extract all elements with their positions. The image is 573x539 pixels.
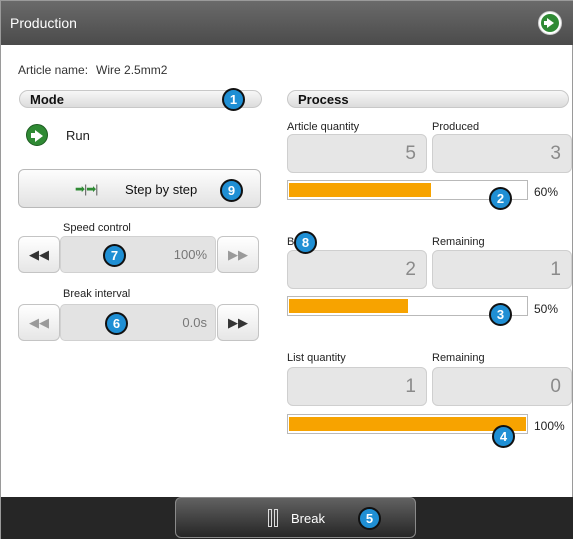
list-quantity-label: List quantity <box>287 352 346 364</box>
title-bar: Production <box>1 1 573 45</box>
batch-progress-percent: 50% <box>534 302 559 316</box>
rewind-icon: ◀◀ <box>29 315 49 330</box>
break-interval-stepper: ◀◀ 0.0s ▶▶ <box>18 304 259 341</box>
marker-5: 5 <box>358 507 381 530</box>
marker-4: 4 <box>492 425 515 448</box>
break-decrease-button[interactable]: ◀◀ <box>18 304 60 341</box>
speed-increase-button[interactable]: ▶▶ <box>217 236 259 273</box>
article-name: Article name: Wire 2.5mm2 <box>18 63 167 77</box>
article-name-value: Wire 2.5mm2 <box>96 63 168 77</box>
produced-progress-percent: 60% <box>534 185 559 199</box>
list-progress-fill <box>289 417 526 431</box>
list-progress-percent: 100% <box>534 419 565 433</box>
article-quantity-field: 5 <box>287 134 427 173</box>
process-heading: Process <box>287 90 569 108</box>
list-progress-bar <box>287 414 528 434</box>
break-increase-button[interactable]: ▶▶ <box>217 304 259 341</box>
produced-progress-fill <box>289 183 431 197</box>
forward-circle-icon[interactable] <box>538 11 562 35</box>
marker-6: 6 <box>105 312 128 335</box>
remaining-field-2: 0 <box>432 367 572 406</box>
step-arrows-icon: ➡|➡| <box>75 182 98 196</box>
run-arrow-icon <box>26 124 48 146</box>
break-value-field: 0.0s <box>60 304 216 341</box>
article-name-label: Article name: <box>18 63 89 77</box>
produced-label: Produced <box>432 121 480 133</box>
production-window: Production Article name: Wire 2.5mm2 Mode… <box>0 0 573 539</box>
produced-field: 3 <box>432 134 572 173</box>
marker-1: 1 <box>222 88 245 111</box>
run-label: Run <box>66 128 90 143</box>
rewind-icon: ◀◀ <box>29 247 49 262</box>
fast-forward-icon: ▶▶ <box>228 315 248 330</box>
speed-decrease-button[interactable]: ◀◀ <box>18 236 60 273</box>
fast-forward-icon: ▶▶ <box>228 247 248 262</box>
pause-icon-bar <box>274 509 278 527</box>
speed-value-field: 100% <box>60 236 216 273</box>
speed-control-label: Speed control <box>63 222 131 234</box>
remaining-field-1: 1 <box>432 250 572 289</box>
remaining-label-1: Remaining <box>432 236 485 248</box>
break-label: Break <box>291 511 325 526</box>
speed-control-stepper: ◀◀ 100% ▶▶ <box>18 236 259 273</box>
step-by-step-label: Step by step <box>125 182 198 197</box>
list-quantity-field: 1 <box>287 367 427 406</box>
marker-9: 9 <box>220 179 243 202</box>
footer-bar: Break 5 <box>1 497 573 539</box>
marker-7: 7 <box>103 244 126 267</box>
pause-icon <box>268 509 272 527</box>
marker-2: 2 <box>489 187 512 210</box>
marker-8: 8 <box>294 231 317 254</box>
article-quantity-label: Article quantity <box>287 121 360 133</box>
marker-3: 3 <box>489 303 512 326</box>
remaining-label-2: Remaining <box>432 352 485 364</box>
batch-size-field: 2 <box>287 250 427 289</box>
batch-progress-fill <box>289 299 408 313</box>
window-title: Production <box>10 15 77 31</box>
break-interval-label: Break interval <box>63 288 131 300</box>
